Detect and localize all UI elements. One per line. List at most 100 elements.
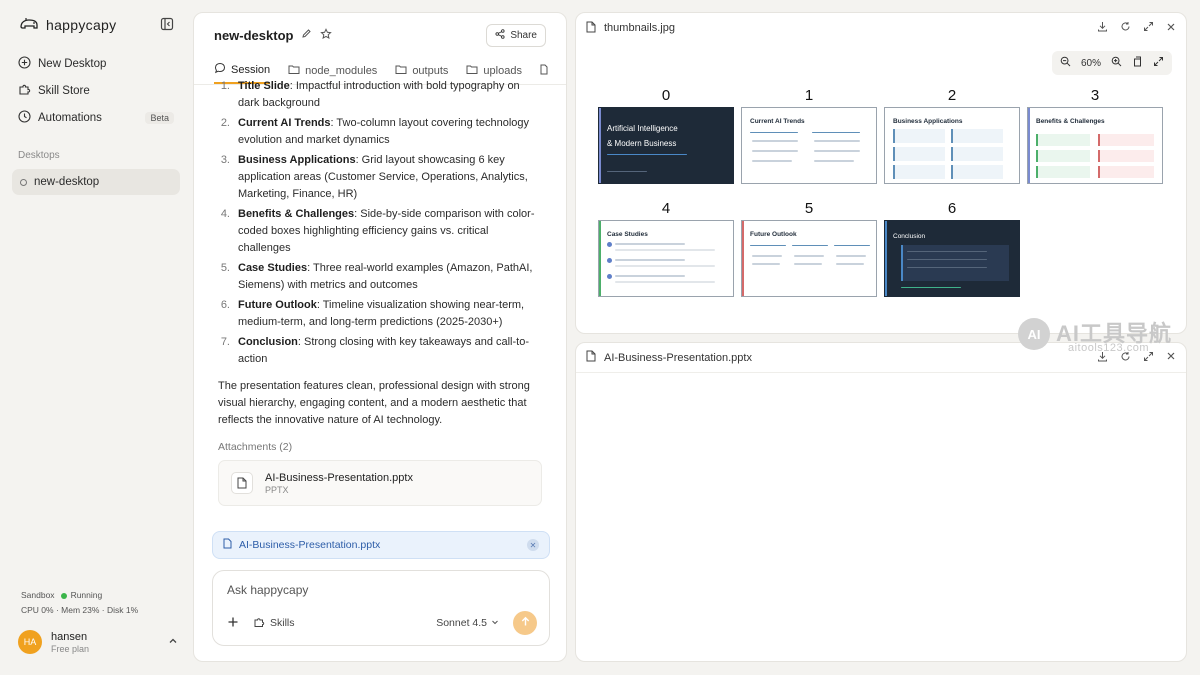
- edit-pencil-icon[interactable]: [301, 28, 312, 42]
- slide-thumbnail: Artificial Intelligence & Modern Busines…: [598, 107, 734, 184]
- slide-thumbnail: Conclusion: [884, 220, 1020, 297]
- close-icon[interactable]: [1166, 22, 1176, 35]
- model-selector[interactable]: Sonnet 4.5: [436, 617, 499, 629]
- collapse-sidebar-icon[interactable]: [160, 17, 174, 34]
- share-icon: [495, 28, 505, 42]
- user-name: hansen: [51, 630, 88, 643]
- tab-label: uploads: [483, 64, 522, 77]
- list-item: 5. Case Studies: Three real-world example…: [220, 262, 533, 291]
- thumbnail-canvas: 0 1 2 3 Artificial Intelligence & Modern…: [590, 71, 1172, 307]
- slide-index: 4: [661, 200, 671, 217]
- summary-paragraph: The presentation features clean, profess…: [218, 380, 530, 426]
- watermark-logo-icon: AI: [1018, 318, 1050, 350]
- slide-thumbnail: Current AI Trends: [741, 107, 877, 184]
- tab-label: node_modules: [305, 64, 378, 77]
- slide-thumbnail: Business Applications: [884, 107, 1020, 184]
- download-icon[interactable]: [1097, 21, 1108, 35]
- user-menu[interactable]: HA hansen Free plan: [18, 630, 178, 654]
- sidebar-item-label: New Desktop: [38, 57, 107, 70]
- viewer-filename: AI-Business-Presentation.pptx: [604, 351, 752, 364]
- chevron-up-icon[interactable]: [168, 635, 178, 649]
- desktop-item-label: new-desktop: [34, 176, 100, 188]
- thumbnail-viewer-panel: thumbnails.jpg 0 1 2 3 Artificial Intell…: [575, 12, 1187, 334]
- zoom-in-icon[interactable]: [1111, 56, 1122, 70]
- send-button[interactable]: [513, 611, 537, 635]
- arrow-up-icon: [520, 616, 531, 630]
- slide-thumbnail: Case Studies: [598, 220, 734, 297]
- avatar: HA: [18, 630, 42, 654]
- tab-label: Session: [231, 63, 271, 76]
- list-item: 1. Title Slide: Impactful introduction wi…: [220, 80, 520, 109]
- remove-chip-close-icon[interactable]: ✕: [527, 539, 539, 551]
- sandbox-state: Running: [70, 590, 103, 600]
- attachment-name: AI-Business-Presentation.pptx: [265, 472, 413, 484]
- slide-index: 5: [804, 200, 814, 217]
- expand-icon[interactable]: [1143, 21, 1154, 35]
- slide-index: 3: [1090, 87, 1100, 104]
- beta-badge: Beta: [145, 111, 174, 124]
- sidebar-item-skill-store[interactable]: Skill Store: [12, 77, 180, 104]
- folder-icon: [395, 64, 407, 78]
- zoom-out-icon[interactable]: [1060, 56, 1071, 70]
- capybara-logo-icon: [18, 16, 40, 35]
- clock-icon: [18, 109, 31, 126]
- list-item: 6. Future Outlook: Timeline visualization…: [220, 299, 525, 328]
- pptx-viewer-panel: AI-Business-Presentation.pptx: [575, 342, 1187, 662]
- chat-bubble-icon: [214, 62, 226, 77]
- list-item: 3. Business Applications: Grid layout sho…: [220, 154, 528, 200]
- skills-button[interactable]: Skills: [253, 616, 295, 631]
- slide-index: 1: [804, 87, 814, 104]
- desktop-item-new-desktop[interactable]: new-desktop: [12, 169, 180, 195]
- attached-file-chip[interactable]: AI-Business-Presentation.pptx ✕: [212, 531, 550, 559]
- desktops-section-label: Desktops: [18, 150, 60, 161]
- user-plan: Free plan: [51, 643, 90, 654]
- folder-icon: [466, 64, 478, 78]
- rotate-icon[interactable]: [1132, 56, 1143, 70]
- plus-circle-icon: [18, 55, 31, 72]
- share-button[interactable]: Share: [486, 23, 546, 47]
- list-item: 7. Conclusion: Strong closing with key ta…: [220, 336, 529, 365]
- puzzle-icon: [253, 616, 265, 631]
- refresh-icon[interactable]: [1120, 21, 1131, 35]
- skills-label: Skills: [270, 617, 295, 629]
- slide-list: 1. Title Slide: Impactful introduction wi…: [218, 78, 542, 368]
- tab-label: outputs: [412, 64, 449, 77]
- sidebar-item-label: Automations: [38, 111, 102, 124]
- app-name: happycapy: [46, 17, 117, 33]
- session-panel: new-desktop Share Session node_modules o…: [193, 12, 567, 662]
- viewer-header: thumbnails.jpg: [576, 13, 1186, 43]
- add-plus-icon[interactable]: [227, 616, 239, 631]
- input-toolbar: Skills Sonnet 4.5: [227, 611, 537, 635]
- session-header: new-desktop Share Session node_modules o…: [194, 13, 566, 85]
- list-item: 2. Current AI Trends: Two-column layout c…: [220, 117, 530, 146]
- thumbnail-image: 0 1 2 3 Artificial Intelligence & Modern…: [590, 71, 1172, 307]
- file-icon: [223, 538, 232, 552]
- share-label: Share: [510, 29, 537, 41]
- sidebar-item-new-desktop[interactable]: New Desktop: [12, 50, 180, 77]
- watermark-url: aitools123.com: [1068, 342, 1149, 354]
- chat-input[interactable]: Ask happycapy: [227, 583, 535, 597]
- file-icon: [586, 350, 596, 365]
- slide-index: 2: [947, 87, 957, 104]
- brand-row: happycapy: [12, 12, 180, 38]
- sidebar-nav: New Desktop Skill Store Automations Beta: [12, 50, 180, 131]
- attachment-card[interactable]: AI-Business-Presentation.pptx PPTX: [218, 460, 542, 506]
- chat-input-box[interactable]: Ask happycapy Skills Sonnet 4.5: [212, 570, 550, 646]
- chip-label: AI-Business-Presentation.pptx: [239, 539, 381, 551]
- desktop-status-dot-icon: [20, 178, 27, 186]
- running-dot-icon: [60, 592, 67, 599]
- puzzle-icon: [18, 83, 31, 99]
- zoom-toolbar: 60%: [1051, 51, 1172, 75]
- zoom-level: 60%: [1080, 57, 1101, 69]
- sidebar: happycapy New Desktop Skill Store Automa…: [0, 0, 192, 675]
- sidebar-item-automations[interactable]: Automations Beta: [12, 104, 180, 131]
- slide-index: 0: [661, 87, 671, 104]
- list-item: 4. Benefits & Challenges: Side-by-side co…: [220, 208, 535, 254]
- star-icon[interactable]: [320, 27, 333, 43]
- sandbox-status: Sandbox Running CPU 0% · Mem 23% · Disk 1…: [21, 588, 138, 618]
- slide-index: 6: [947, 200, 957, 217]
- sandbox-stats: CPU 0% · Mem 23% · Disk 1%: [21, 605, 139, 615]
- sandbox-label: Sandbox: [21, 590, 55, 600]
- fullscreen-icon[interactable]: [1153, 56, 1164, 70]
- model-label: Sonnet 4.5: [436, 617, 487, 629]
